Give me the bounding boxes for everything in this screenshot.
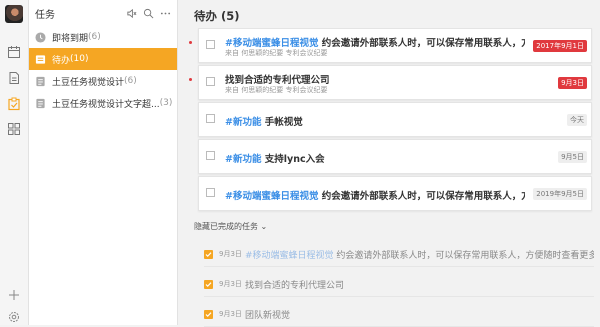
calendar-icon[interactable]: [7, 45, 21, 59]
task-checkbox[interactable]: [206, 114, 215, 123]
completed-date: 9月3日: [219, 310, 242, 318]
panel-header: 任务: [29, 0, 177, 26]
task-checkbox[interactable]: [206, 188, 215, 197]
completed-title: 团队新视觉: [245, 308, 290, 321]
apps-icon[interactable]: [7, 122, 21, 136]
toggle-label: 隐藏已完成的任务: [194, 222, 258, 231]
task-text: 支持lync入会: [264, 154, 325, 165]
task-text: 约会邀请外部联系人时，可以保存常用联系人，方便随时查看更多...: [336, 250, 594, 261]
task-checkbox[interactable]: [206, 77, 215, 86]
task-title: 找到合适的专利代理公司: [225, 72, 525, 86]
nav-item-todo[interactable]: 待办 (10): [29, 48, 177, 70]
completed-title: 找到合适的专利代理公司: [245, 278, 344, 291]
avatar[interactable]: [5, 5, 23, 23]
search-icon[interactable]: [143, 8, 154, 19]
task-card[interactable]: #新功能 支持lync入会 9月5日: [198, 139, 592, 174]
task-text: 手帐视觉: [264, 117, 303, 128]
mute-icon[interactable]: [126, 8, 137, 19]
due-date-badge: 9月5日: [558, 151, 587, 163]
task-checkbox[interactable]: [206, 40, 215, 49]
nav-item-due-soon[interactable]: 即将到期 (6): [29, 26, 177, 48]
task-card[interactable]: #新功能 手帐视觉 今天: [198, 102, 592, 137]
completed-date: 9月3日: [219, 280, 242, 288]
task-card[interactable]: 找到合适的专利代理公司 来自 何思颖的纪要 专利会议纪要 9月3日: [189, 65, 592, 100]
list-icon: [35, 98, 46, 109]
list-icon: [35, 76, 46, 87]
task-list-panel: 任务 即将到期 (6) 待办 (10) 土豆任务视觉设计 (6) 土豆任务视觉设…: [29, 0, 178, 325]
panel-title: 任务: [35, 9, 55, 21]
toggle-completed-tasks[interactable]: 隐藏已完成的任务 ⌄: [194, 221, 267, 232]
task-main-view: 待办 (5) #移动端蜜蜂日程视觉 约会邀请外部联系人时，可以保存常用联系人，方…: [178, 0, 600, 327]
completed-title: #移动端蜜蜂日程视觉 约会邀请外部联系人时，可以保存常用联系人，方便随时查看更多…: [245, 248, 594, 261]
task-text: 约会邀请外部联系人时，可以保存常用联系人，方便以后...: [321, 191, 525, 202]
nav-count: (6): [124, 76, 137, 86]
nav-count: (3): [159, 98, 173, 108]
checked-checkbox[interactable]: [204, 309, 213, 319]
nav-label: 土豆任务视觉设计文字超...: [52, 99, 160, 110]
task-tag[interactable]: #新功能: [225, 154, 261, 165]
task-tag[interactable]: #移动端蜜蜂日程视觉: [225, 191, 318, 202]
task-checkbox[interactable]: [206, 151, 215, 160]
nav-label: 即将到期: [52, 33, 89, 44]
task-title: #新功能 手帐视觉: [225, 114, 525, 128]
task-source: 来自 何思颖的纪要 专利会议纪要: [225, 86, 328, 94]
nav-label: 土豆任务视觉设计: [52, 77, 125, 88]
checked-checkbox[interactable]: [204, 279, 213, 289]
nav-count: (6): [88, 32, 101, 42]
task-tag[interactable]: #新功能: [225, 117, 261, 128]
due-date-badge: 2017年9月1日: [533, 40, 587, 52]
nav-item-project-2[interactable]: 土豆任务视觉设计文字超... (3): [29, 92, 177, 114]
due-date-badge: 今天: [567, 114, 587, 126]
nav-item-project-1[interactable]: 土豆任务视觉设计 (6): [29, 70, 177, 92]
completed-task-row[interactable]: 9月3日 找到合适的专利代理公司: [204, 272, 594, 297]
task-text: 团队新视觉: [245, 310, 291, 321]
app-rail: [0, 0, 29, 325]
checked-checkbox[interactable]: [204, 249, 213, 259]
task-title: #移动端蜜蜂日程视觉 约会邀请外部联系人时，可以保存常用联系人，方便以后...: [225, 188, 525, 202]
task-icon[interactable]: [7, 97, 21, 111]
settings-icon[interactable]: [7, 310, 21, 324]
task-source: 来自 何思颖的纪要 专利会议纪要: [225, 49, 328, 57]
completed-date: 9月3日: [219, 250, 242, 258]
chevron-down-icon: ⌄: [260, 222, 268, 231]
task-card[interactable]: #移动端蜜蜂日程视觉 约会邀请外部联系人时，可以保存常用联系人，方便以后... …: [198, 176, 592, 211]
inbox-icon: [35, 54, 46, 65]
nav-count: (10): [70, 54, 89, 64]
nav-label: 待办: [52, 55, 71, 66]
clock-icon: [35, 31, 46, 43]
completed-task-row[interactable]: 9月3日 团队新视觉: [204, 302, 594, 327]
task-card[interactable]: #移动端蜜蜂日程视觉 约会邀请外部联系人时，可以保存常用联系人，方便以后... …: [189, 28, 592, 63]
unread-dot: [189, 41, 192, 44]
task-tag[interactable]: #移动端蜜蜂日程视觉: [245, 251, 334, 261]
page-title: 待办 (5): [194, 9, 240, 23]
task-text: 找到合适的专利代理公司: [245, 280, 345, 291]
task-title: #新功能 支持lync入会: [225, 151, 525, 165]
due-date-badge: 9月3日: [558, 77, 587, 89]
note-icon[interactable]: [7, 71, 21, 85]
unread-dot: [189, 78, 192, 81]
more-icon[interactable]: [160, 8, 171, 19]
due-date-badge: 2019年9月5日: [533, 188, 587, 200]
add-icon[interactable]: [7, 288, 21, 302]
completed-task-row[interactable]: 9月3日 #移动端蜜蜂日程视觉 约会邀请外部联系人时，可以保存常用联系人，方便随…: [204, 242, 594, 267]
task-text: 约会邀请外部联系人时，可以保存常用联系人，方便以后...: [321, 38, 525, 49]
task-title: #移动端蜜蜂日程视觉 约会邀请外部联系人时，可以保存常用联系人，方便以后...: [225, 35, 525, 49]
